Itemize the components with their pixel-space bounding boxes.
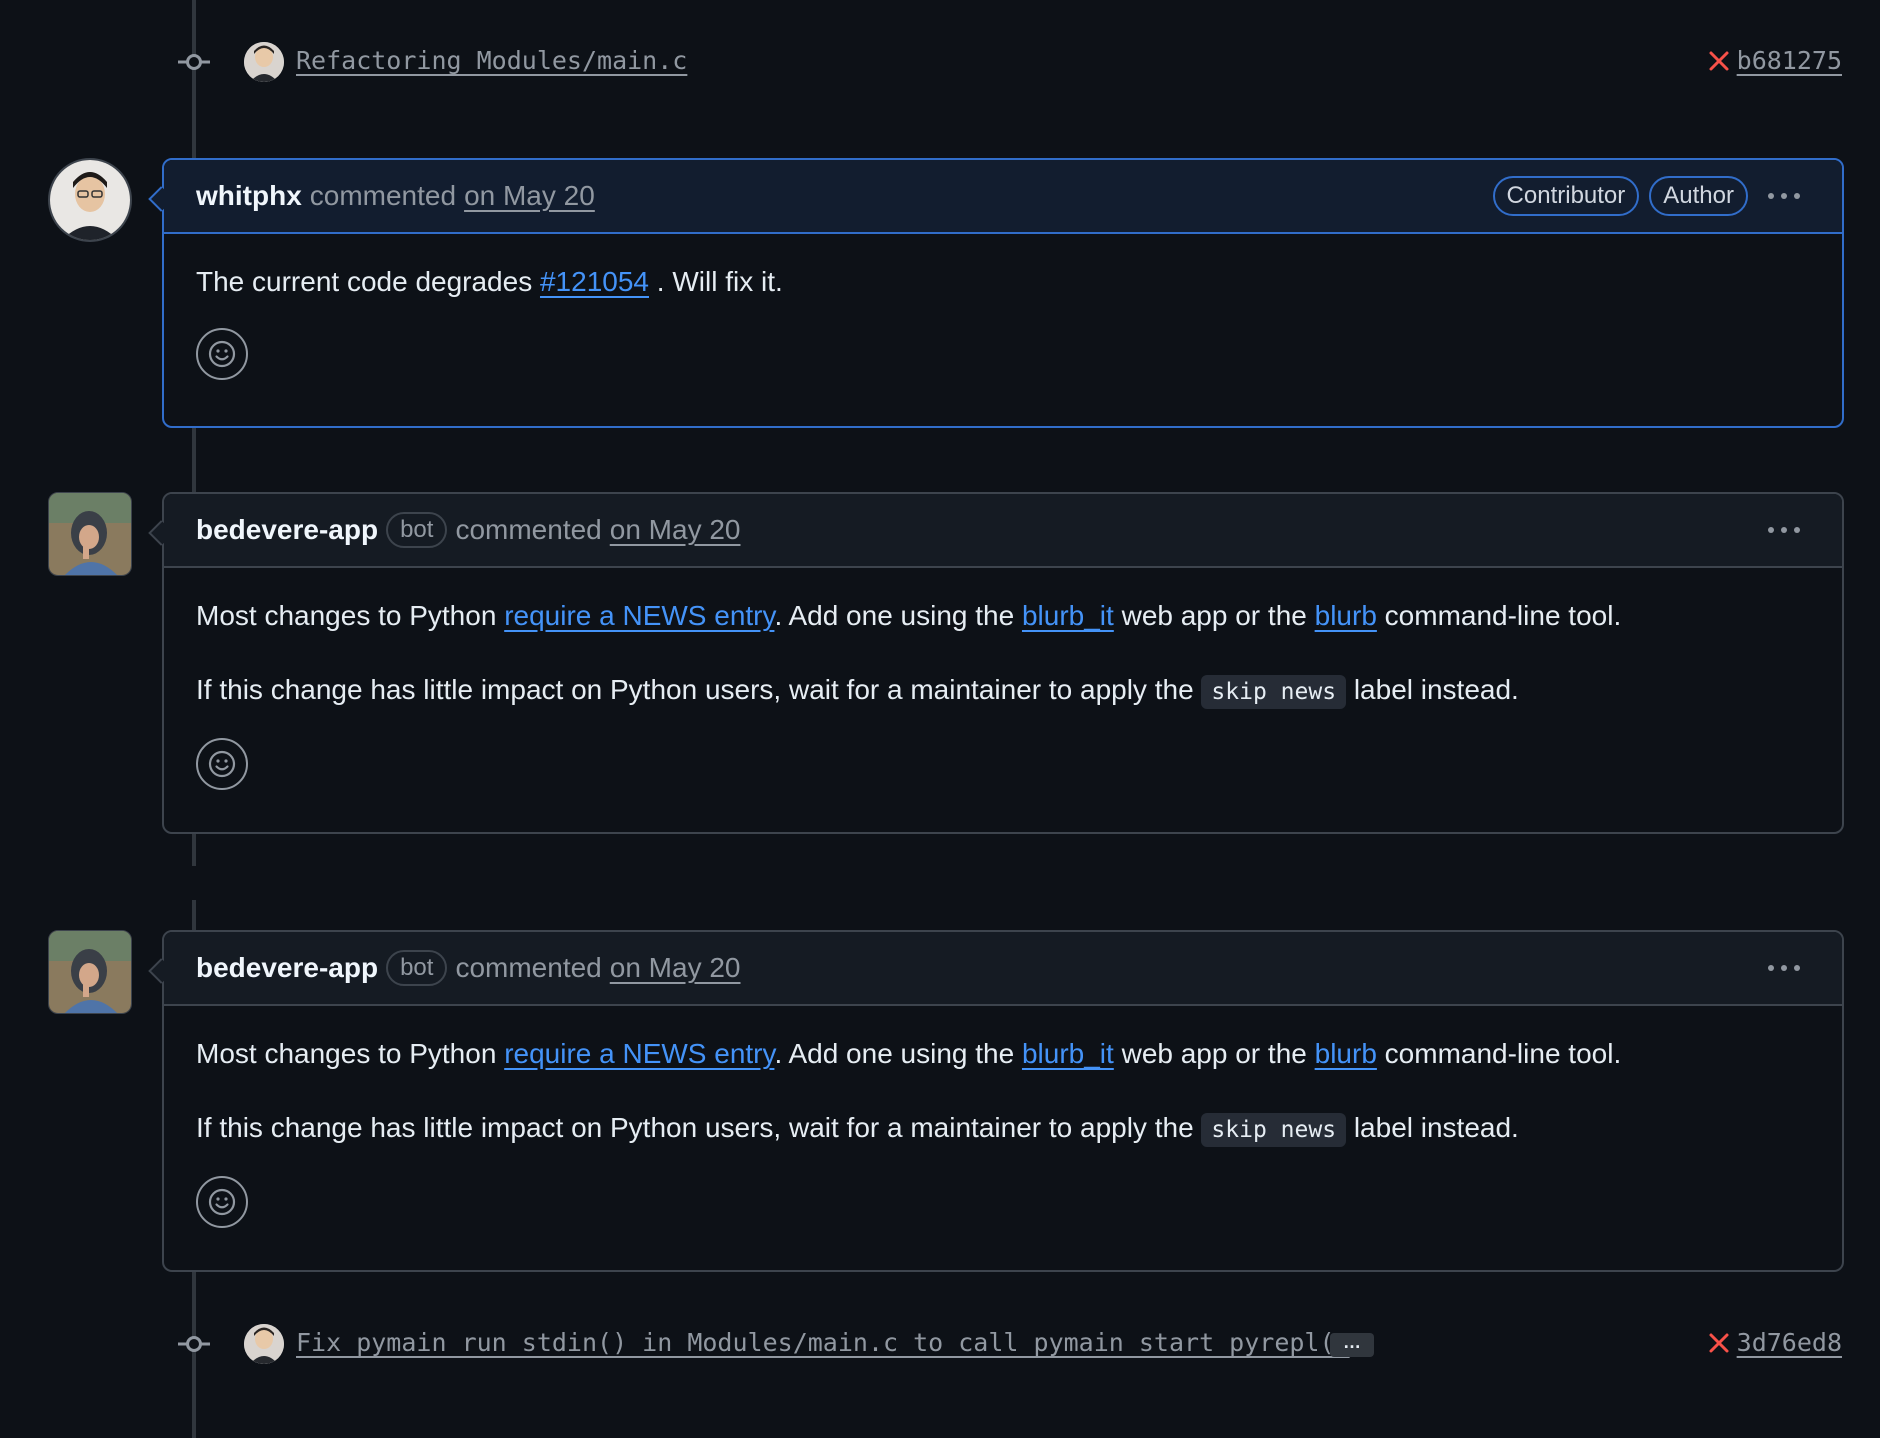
comment-header-actions	[1758, 510, 1810, 550]
comment-text: command-line tool.	[1376, 600, 1622, 631]
blurb-link[interactable]: blurb	[1315, 1038, 1377, 1069]
avatar[interactable]	[48, 492, 132, 576]
commit-row: Refactoring Modules/main.c b681275	[0, 32, 1880, 92]
comment-header-actions: Contributor Author	[1492, 176, 1810, 216]
git-commit-icon	[178, 1336, 210, 1352]
avatar[interactable]	[48, 158, 132, 242]
pr-timeline: Refactoring Modules/main.c b681275 whitp…	[0, 0, 1880, 1438]
inline-code: skip news	[1201, 675, 1347, 709]
comment-date-link[interactable]: on May 20	[610, 952, 741, 984]
expand-commit-message-button[interactable]: …	[1330, 1333, 1374, 1357]
comment-text: The current code degrades	[196, 266, 540, 297]
comment-text: If this change has little impact on Pyth…	[196, 1112, 1202, 1143]
contributor-badge: Contributor	[1492, 176, 1640, 216]
comment-text: . Add one using the	[774, 1038, 1022, 1069]
comment-card: bedevere-app bot commented on May 20 Mos…	[148, 930, 1844, 1272]
smiley-icon	[208, 750, 236, 778]
add-reaction-button[interactable]	[196, 1176, 248, 1228]
comment-date-link[interactable]: on May 20	[610, 514, 741, 546]
comment-text: web app or the	[1113, 600, 1315, 631]
commit-message-link[interactable]: Refactoring Modules/main.c	[296, 46, 687, 75]
kebab-menu-icon[interactable]	[1758, 176, 1810, 216]
comment-card: whitphx commented on May 20 Contributor …	[148, 158, 1844, 428]
comment-text: label instead.	[1346, 1112, 1519, 1143]
comment-author[interactable]: bedevere-app	[196, 952, 378, 984]
x-icon[interactable]	[1706, 1330, 1732, 1356]
blurb-link[interactable]: blurb	[1315, 600, 1377, 631]
timeline-rail	[192, 900, 196, 932]
comment-paragraph: If this change has little impact on Pyth…	[196, 670, 1810, 712]
comment-header-actions	[1758, 948, 1810, 988]
comment-text: command-line tool.	[1376, 1038, 1622, 1069]
smiley-icon	[208, 340, 236, 368]
comment-action: commented	[309, 180, 457, 211]
inline-code: skip news	[1201, 1113, 1347, 1147]
git-commit-icon	[178, 54, 210, 70]
comment-text: Most changes to Python	[196, 600, 505, 631]
comment-action: commented	[455, 514, 602, 545]
kebab-menu-icon[interactable]	[1758, 948, 1810, 988]
comment-author[interactable]: whitphx	[196, 180, 302, 212]
news-entry-link[interactable]: require a NEWS entry	[504, 600, 774, 631]
commit-sha-link[interactable]: b681275	[1737, 46, 1842, 75]
commit-message-link[interactable]: Fix pymain_run_stdin() in Modules/main.c…	[296, 1328, 1350, 1357]
timeline-rail	[192, 426, 196, 494]
comment-body: Most changes to Python require a NEWS en…	[164, 568, 1842, 816]
news-entry-link[interactable]: require a NEWS entry	[504, 1038, 774, 1069]
comment-text: web app or the	[1113, 1038, 1315, 1069]
comment-action: commented	[455, 952, 602, 983]
comment-author[interactable]: bedevere-app	[196, 514, 378, 546]
comment-date-link[interactable]: on May 20	[464, 180, 595, 212]
blurb-it-link[interactable]: blurb_it	[1022, 1038, 1114, 1069]
comment-header: whitphx commented on May 20 Contributor …	[164, 160, 1842, 234]
add-reaction-button[interactable]	[196, 328, 248, 380]
comment-text: . Add one using the	[774, 600, 1022, 631]
commit-author-avatar[interactable]	[244, 42, 284, 82]
issue-link[interactable]: #121054	[540, 266, 649, 297]
comment-text: . Will fix it.	[649, 266, 783, 297]
comment-header: bedevere-app bot commented on May 20	[164, 494, 1842, 568]
comment-text: label instead.	[1346, 674, 1519, 705]
commit-sha-link[interactable]: 3d76ed8	[1737, 1328, 1842, 1357]
author-badge: Author	[1649, 176, 1748, 216]
comment-body: Most changes to Python require a NEWS en…	[164, 1006, 1842, 1254]
bot-badge: bot	[386, 512, 448, 548]
comment-text: If this change has little impact on Pyth…	[196, 674, 1202, 705]
comment-paragraph: The current code degrades #121054 . Will…	[196, 262, 1810, 302]
commit-row: Fix pymain_run_stdin() in Modules/main.c…	[0, 1314, 1880, 1374]
smiley-icon	[208, 1188, 236, 1216]
comment-paragraph: If this change has little impact on Pyth…	[196, 1108, 1810, 1150]
bot-badge: bot	[386, 950, 448, 986]
blurb-it-link[interactable]: blurb_it	[1022, 600, 1114, 631]
kebab-menu-icon[interactable]	[1758, 510, 1810, 550]
avatar[interactable]	[48, 930, 132, 1014]
comment-paragraph: Most changes to Python require a NEWS en…	[196, 596, 1810, 636]
commit-author-avatar[interactable]	[244, 1324, 284, 1364]
comment-body: The current code degrades #121054 . Will…	[164, 234, 1842, 406]
comment-card: bedevere-app bot commented on May 20 Mos…	[148, 492, 1844, 834]
comment-header: bedevere-app bot commented on May 20	[164, 932, 1842, 1006]
comment-text: Most changes to Python	[196, 1038, 505, 1069]
timeline-rail	[192, 834, 196, 866]
add-reaction-button[interactable]	[196, 738, 248, 790]
x-icon[interactable]	[1706, 48, 1732, 74]
comment-paragraph: Most changes to Python require a NEWS en…	[196, 1034, 1810, 1074]
